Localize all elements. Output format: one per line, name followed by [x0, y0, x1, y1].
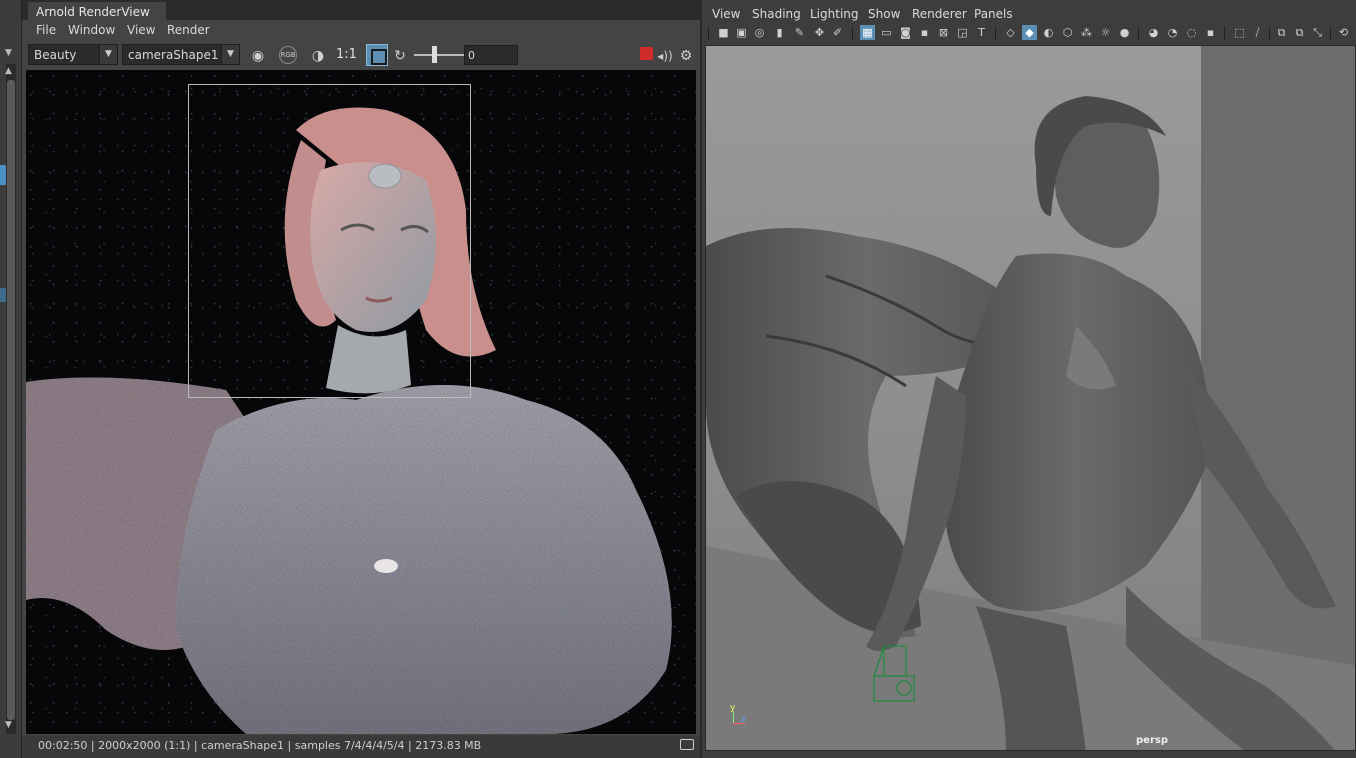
color-management-icon[interactable]: ⟲ — [1336, 25, 1351, 40]
exposure-field[interactable]: 0 — [464, 45, 518, 65]
render-status-bar: 00:02:50 | 2000x2000 (1:1) | cameraShape… — [22, 735, 700, 758]
resolution-gate-icon[interactable]: ◙ — [898, 25, 913, 40]
toolbar-separator — [1224, 26, 1225, 40]
menu-panels[interactable]: Panels — [974, 7, 1013, 21]
toolbar-separator — [852, 26, 853, 40]
camera-dropdown-value: cameraShape1 — [128, 48, 219, 62]
motion-blur-icon[interactable]: ◔ — [1165, 25, 1180, 40]
two-d-pan-icon[interactable]: ✥ — [812, 25, 827, 40]
snapshot-icon[interactable]: ◉ — [248, 46, 268, 66]
textured-icon[interactable]: ⬡ — [1060, 25, 1075, 40]
chevron-down-icon: ▼ — [99, 45, 117, 64]
toolbar-separator — [708, 26, 709, 40]
window-titlebar: Arnold RenderView — [22, 0, 700, 20]
view-transform-icon[interactable]: ⤡ — [1310, 25, 1325, 40]
settings-icon[interactable]: ⚙ — [676, 46, 696, 66]
xray-icon[interactable]: ⧸ — [1250, 25, 1265, 40]
bookmark-icon[interactable]: ▮ — [772, 25, 787, 40]
viewport-scene — [706, 46, 1355, 750]
viewport-menubar: View Shading Lighting Show Renderer Pane… — [702, 4, 1356, 24]
exposure-icon[interactable]: ⧉ — [1274, 25, 1289, 40]
grease-pencil-icon[interactable]: ✐ — [830, 25, 845, 40]
exposure-slider-track[interactable] — [414, 54, 464, 56]
scrollbar-thumb[interactable] — [7, 80, 15, 720]
color-correct-icon[interactable]: ◑ — [308, 46, 328, 66]
smooth-shade-icon[interactable]: ◆ — [1022, 25, 1037, 40]
toolbar-separator — [1269, 26, 1270, 40]
refresh-icon[interactable]: ↻ — [390, 46, 410, 66]
panel-menu-arrow-icon[interactable]: ▼ — [5, 48, 12, 58]
menu-show[interactable]: Show — [868, 7, 900, 21]
wireframe-icon[interactable]: ◇ — [1003, 25, 1018, 40]
toolbar-separator — [1330, 26, 1331, 40]
film-gate-icon[interactable]: ▭ — [879, 25, 894, 40]
menu-window[interactable]: Window — [68, 23, 115, 37]
scroll-up-arrow-icon[interactable]: ▲ — [5, 66, 12, 76]
rgb-icon[interactable]: RGB — [279, 46, 297, 64]
antialiasing-icon[interactable]: ◌ — [1184, 25, 1199, 40]
gamma-icon[interactable]: ⧉ — [1292, 25, 1307, 40]
aov-dropdown-value: Beauty — [34, 48, 77, 62]
maya-viewport-panel: View Shading Lighting Show Renderer Pane… — [702, 0, 1356, 758]
gate-mask-icon[interactable]: ▪ — [917, 25, 932, 40]
axis-z-label: z — [741, 715, 746, 725]
lights-icon[interactable]: ☼ — [1098, 25, 1113, 40]
arnold-renderview-window: Arnold RenderView File Window View Rende… — [22, 0, 700, 758]
exposure-slider-handle[interactable] — [432, 46, 437, 63]
axis-y-line — [733, 711, 734, 723]
menu-renderer[interactable]: Renderer — [912, 7, 967, 21]
use-all-lights-icon[interactable]: ⁂ — [1079, 25, 1094, 40]
safe-action-icon[interactable]: ◲ — [955, 25, 970, 40]
zoom-ratio-button[interactable]: 1:1 — [336, 47, 357, 62]
menu-lighting[interactable]: Lighting — [810, 7, 859, 21]
lock-camera-icon[interactable]: ◎ — [752, 25, 767, 40]
chevron-down-icon: ▼ — [221, 45, 239, 64]
menu-view[interactable]: View — [127, 23, 155, 37]
left-side-strip: ▼ ▲ ▼ — [0, 0, 22, 758]
camera-attributes-icon[interactable]: ▣ — [734, 25, 749, 40]
depth-of-field-icon[interactable]: ▪ — [1203, 25, 1218, 40]
render-status-text: 00:02:50 | 2000x2000 (1:1) | cameraShape… — [38, 739, 482, 752]
grid-icon[interactable]: ▦ — [860, 25, 875, 40]
select-camera-icon[interactable]: ■ — [716, 25, 731, 40]
scroll-down-arrow-icon[interactable]: ▼ — [5, 720, 12, 730]
menu-render[interactable]: Render — [167, 23, 210, 37]
safe-title-icon[interactable]: T — [974, 25, 989, 40]
camera-icon[interactable] — [680, 739, 694, 750]
camera-name-label: persp — [1136, 735, 1168, 746]
render-image[interactable] — [26, 70, 696, 734]
viewport-toolbar: ■ ▣ ◎ ▮ ✎ ✥ ✐ ▦ ▭ ◙ ▪ ⊠ ◲ T ◇ ◆ ◐ ⬡ ⁂ ☼ … — [702, 23, 1356, 43]
item-marker — [0, 288, 6, 302]
stop-icon[interactable] — [640, 47, 653, 60]
shadows-icon[interactable]: ● — [1117, 25, 1132, 40]
isolate-icon[interactable]: ⬚ — [1232, 25, 1247, 40]
perspective-viewport[interactable]: y z persp — [705, 45, 1356, 751]
menu-file[interactable]: File — [36, 23, 56, 37]
crop-region-box[interactable] — [188, 84, 471, 398]
field-chart-icon[interactable]: ⊠ — [936, 25, 951, 40]
crop-region-icon[interactable] — [366, 44, 388, 66]
selected-item-marker — [0, 165, 6, 185]
window-title-tab[interactable]: Arnold RenderView — [28, 2, 166, 20]
arnold-toolbar: Beauty ▼ cameraShape1 ▼ ◉ RGB ◑ 1:1 ↻ 0 … — [22, 41, 700, 69]
toolbar-separator — [995, 26, 996, 40]
toolbar-separator — [1138, 26, 1139, 40]
arnold-menubar: File Window View Render — [22, 20, 700, 40]
wireframe-on-shaded-icon[interactable]: ◐ — [1041, 25, 1056, 40]
sound-icon[interactable]: ◂)) — [655, 46, 675, 66]
camera-dropdown[interactable]: cameraShape1 ▼ — [122, 44, 240, 65]
aov-dropdown[interactable]: Beauty ▼ — [28, 44, 118, 65]
image-plane-icon[interactable]: ✎ — [792, 25, 807, 40]
menu-shading[interactable]: Shading — [752, 7, 801, 21]
menu-view[interactable]: View — [712, 7, 740, 21]
screen-space-ao-icon[interactable]: ◕ — [1146, 25, 1161, 40]
